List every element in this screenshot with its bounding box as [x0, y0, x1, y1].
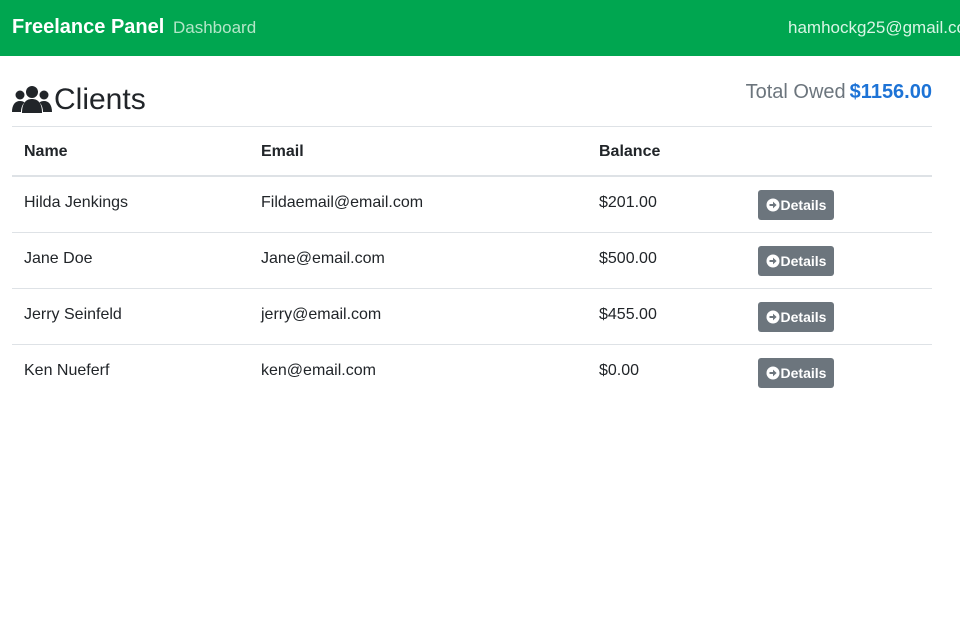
- brand-link[interactable]: Freelance Panel: [12, 16, 164, 39]
- arrow-circle-right-icon: [766, 310, 780, 324]
- user-email-link[interactable]: hamhockg25@gmail.com: [788, 18, 960, 38]
- client-name: Hilda Jenkings: [24, 194, 129, 211]
- client-email: ken@email.com: [261, 362, 376, 379]
- details-button-label: Details: [780, 197, 827, 213]
- table-row: Hilda Jenkings Fildaemail@email.com $201…: [12, 177, 932, 233]
- client-name: Ken Nueferf: [24, 362, 110, 379]
- client-balance: $500.00: [599, 250, 657, 267]
- arrow-circle-right-icon: [766, 254, 780, 268]
- nav-link-dashboard[interactable]: Dashboard: [173, 18, 256, 38]
- client-balance: $0.00: [599, 362, 640, 379]
- table-header: Name Email Balance: [12, 127, 932, 177]
- total-owed-label: Total Owed: [745, 81, 846, 103]
- client-name: Jerry Seinfeld: [24, 306, 122, 323]
- client-name: Jane Doe: [24, 250, 93, 267]
- column-header-balance: Balance: [599, 143, 661, 160]
- navbar: Freelance Panel Dashboard hamhockg25@gma…: [0, 0, 960, 56]
- client-email: Jane@email.com: [261, 250, 385, 267]
- table-row: Jane Doe Jane@email.com $500.00 Details: [12, 233, 932, 289]
- client-balance: $455.00: [599, 306, 657, 323]
- page-title: Clients: [54, 83, 146, 116]
- arrow-circle-right-icon: [766, 198, 780, 212]
- table-row: Jerry Seinfeld jerry@email.com $455.00 D…: [12, 289, 932, 345]
- arrow-circle-right-icon: [766, 366, 780, 380]
- table-row: Ken Nueferf ken@email.com $0.00 Details: [12, 345, 932, 401]
- users-icon: [12, 86, 52, 113]
- details-button[interactable]: Details: [758, 302, 834, 332]
- details-button-label: Details: [780, 253, 827, 269]
- details-button[interactable]: Details: [758, 358, 834, 388]
- page-header: Clients: [12, 82, 146, 118]
- details-button[interactable]: Details: [758, 190, 834, 220]
- clients-table: Name Email Balance Hilda Jenkings Fildae…: [12, 126, 932, 401]
- client-balance: $201.00: [599, 194, 657, 211]
- column-header-email: Email: [261, 143, 304, 160]
- details-button-label: Details: [780, 309, 827, 325]
- total-owed-amount: $1156.00: [849, 81, 932, 103]
- details-button-label: Details: [780, 365, 827, 381]
- client-email: Fildaemail@email.com: [261, 194, 424, 211]
- details-button[interactable]: Details: [758, 246, 834, 276]
- client-email: jerry@email.com: [261, 306, 382, 323]
- total-owed: Total Owed $1156.00: [746, 80, 932, 104]
- column-header-name: Name: [24, 143, 68, 160]
